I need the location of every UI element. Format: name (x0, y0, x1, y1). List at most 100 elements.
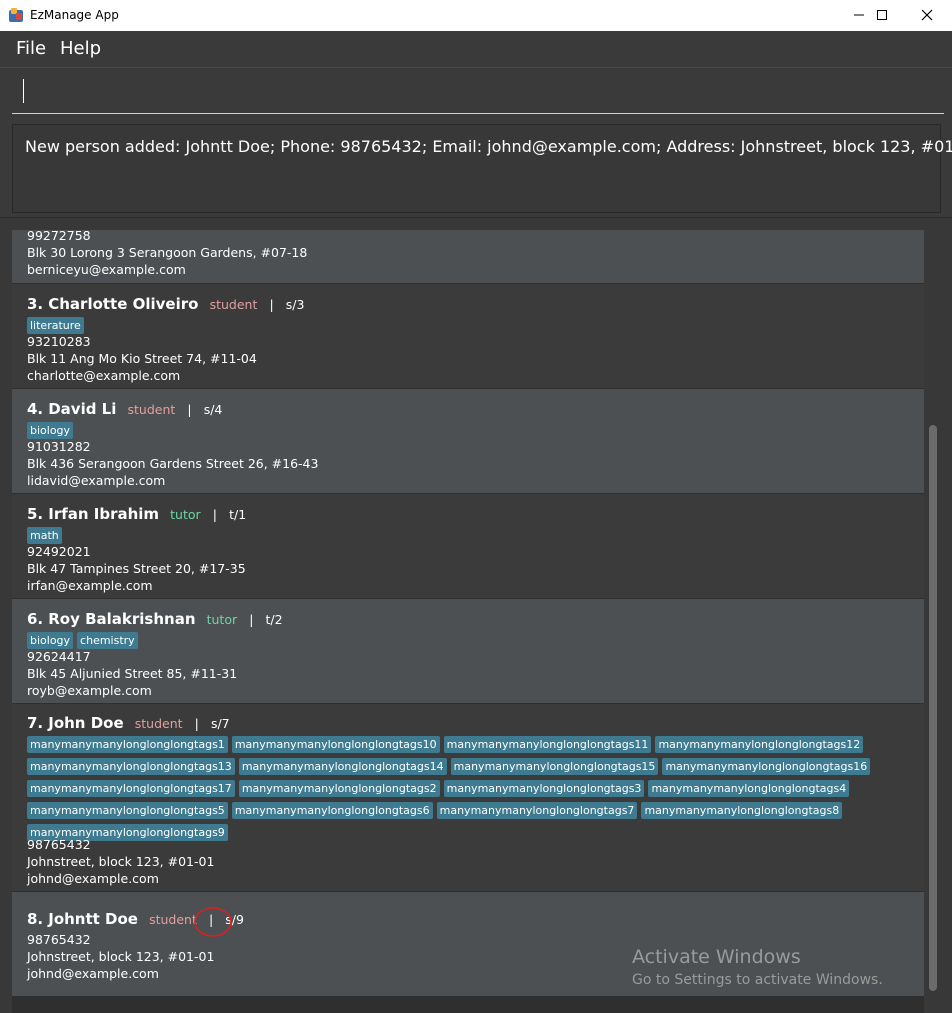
tag: manymanymanylonglonglongtags8 (641, 802, 843, 819)
tag: biology (27, 422, 74, 439)
tag: manymanymanylonglonglongtags17 (27, 780, 235, 797)
tag-list: biology (27, 421, 917, 443)
tag: literature (27, 317, 84, 334)
result-display-area: New person added: Johntt Doe; Phone: 987… (0, 119, 952, 217)
person-email: berniceyu@example.com (27, 262, 186, 277)
app-icon (9, 8, 23, 22)
person-role: student (209, 297, 258, 312)
menu-bar: File Help (0, 31, 952, 67)
person-address: Blk 45 Aljunied Street 85, #11-31 (27, 666, 238, 681)
person-address: Blk 436 Serangoon Gardens Street 26, #16… (27, 456, 319, 471)
separator: | (212, 507, 217, 522)
tag-list: manymanymanylonglonglongtags1 manymanyman… (27, 735, 917, 845)
tag-list: biology chemistry (27, 631, 917, 653)
person-code: s/4 (203, 402, 223, 417)
tag: manymanymanylonglonglongtags12 (655, 736, 864, 753)
person-index: 7. (27, 714, 44, 732)
tag: manymanymanylonglonglongtags14 (238, 758, 447, 775)
tag: manymanymanylonglonglongtags16 (662, 758, 871, 775)
person-card[interactable]: 6. Roy Balakrishnan tutor | t/2 biology c… (12, 599, 924, 703)
person-email: charlotte@example.com (27, 368, 181, 383)
person-list-panel: 99272758 Blk 30 Lorong 3 Serangoon Garde… (0, 218, 952, 1013)
person-header: 3. Charlotte Oliveiro student | s/3 (27, 294, 304, 313)
person-code: s/7 (210, 716, 230, 731)
person-name: Charlotte Oliveiro (48, 295, 199, 313)
person-role: student (127, 402, 176, 417)
person-name: David Li (48, 400, 117, 418)
separator: | (249, 612, 254, 627)
person-name: John Doe (48, 714, 124, 732)
maximize-icon (877, 10, 887, 20)
menu-help[interactable]: Help (60, 38, 101, 59)
scrollbar-thumb[interactable] (929, 425, 937, 991)
close-icon (921, 9, 933, 21)
command-input[interactable] (12, 78, 944, 114)
close-button[interactable] (904, 0, 950, 31)
tag: biology (27, 632, 74, 649)
red-circle-annotation (194, 907, 232, 937)
person-email: johnd@example.com (27, 966, 159, 981)
text-cursor (23, 79, 24, 103)
person-index: 4. (27, 400, 44, 418)
person-header: 4. David Li student | s/4 (27, 399, 222, 418)
tag: math (27, 527, 62, 544)
window-title: EzManage App (30, 8, 119, 22)
person-phone: 92624417 (27, 649, 91, 664)
person-index: 6. (27, 610, 44, 628)
person-phone: 93210283 (27, 334, 91, 349)
tag: manymanymanylonglonglongtags13 (27, 758, 235, 775)
title-bar: EzManage App (0, 0, 952, 31)
person-card[interactable]: 3. Charlotte Oliveiro student | s/3 lite… (12, 284, 924, 388)
person-name: Johntt Doe (48, 910, 138, 928)
tag: manymanymanylonglonglongtags1 (27, 736, 228, 753)
person-index: 8. (27, 910, 44, 928)
tag: manymanymanylonglonglongtags10 (231, 736, 440, 753)
person-role: tutor (170, 507, 201, 522)
tag-list: math (27, 526, 917, 548)
person-address: Blk 30 Lorong 3 Serangoon Gardens, #07-1… (27, 245, 308, 260)
tag: chemistry (77, 632, 138, 649)
person-code: s/3 (285, 297, 305, 312)
menu-file[interactable]: File (16, 38, 46, 59)
person-email: lidavid@example.com (27, 473, 166, 488)
command-box (0, 67, 952, 120)
person-phone: 98765432 (27, 837, 91, 852)
separator: | (187, 402, 192, 417)
separator: | (194, 716, 199, 731)
activation-watermark-title: Activate Windows (632, 946, 801, 968)
person-address: Johnstreet, block 123, #01-01 (27, 854, 215, 869)
maximize-button[interactable] (859, 0, 905, 31)
tag-list: literature (27, 316, 917, 338)
separator: | (269, 297, 274, 312)
person-card[interactable]: 7. John Doe student | s/7 manymanymanylo… (12, 704, 924, 891)
person-name: Roy Balakrishnan (48, 610, 196, 628)
result-display: New person added: Johntt Doe; Phone: 987… (12, 124, 952, 213)
list-scrollbar[interactable] (926, 230, 938, 1010)
person-email: johnd@example.com (27, 871, 159, 886)
person-address: Blk 47 Tampines Street 20, #17-35 (27, 561, 246, 576)
person-header: 5. Irfan Ibrahim tutor | t/1 (27, 504, 246, 523)
person-role: student (149, 912, 197, 927)
person-card[interactable]: 4. David Li student | s/4 biology 910312… (12, 389, 924, 493)
tag: manymanymanylonglonglongtags3 (443, 780, 645, 797)
person-card[interactable]: 5. Irfan Ibrahim tutor | t/1 math 924920… (12, 494, 924, 598)
person-role: tutor (206, 612, 238, 627)
person-role: student (134, 716, 183, 731)
person-phone: 91031282 (27, 439, 91, 454)
person-code: t/2 (265, 612, 283, 627)
tag: manymanymanylonglonglongtags6 (231, 802, 433, 819)
tag: manymanymanylonglonglongtags5 (27, 802, 228, 819)
person-list: 99272758 Blk 30 Lorong 3 Serangoon Garde… (12, 230, 924, 1013)
person-header: 6. Roy Balakrishnan tutor | t/2 (27, 609, 283, 628)
person-header: 7. John Doe student | s/7 (27, 713, 230, 732)
person-card[interactable]: 99272758 Blk 30 Lorong 3 Serangoon Garde… (12, 230, 924, 283)
person-phone: 92492021 (27, 544, 91, 559)
tag: manymanymanylonglonglongtags15 (450, 758, 659, 775)
person-code: t/1 (229, 507, 247, 522)
person-phone: 98765432 (27, 932, 91, 947)
person-address: Johnstreet, block 123, #01-01 (27, 949, 215, 964)
person-index: 3. (27, 295, 44, 313)
tag: manymanymanylonglonglongtags7 (436, 802, 638, 819)
person-name: Irfan Ibrahim (48, 505, 160, 523)
tag: manymanymanylonglonglongtags2 (238, 780, 440, 797)
